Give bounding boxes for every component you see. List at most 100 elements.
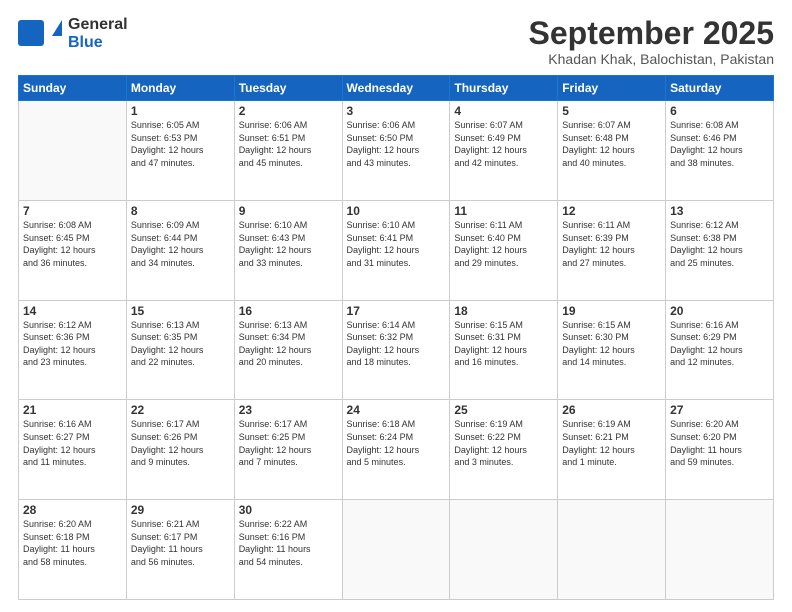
day-info: Sunrise: 6:08 AM Sunset: 6:45 PM Dayligh…	[23, 219, 122, 269]
logo-blue: Blue	[68, 34, 128, 52]
day-info: Sunrise: 6:20 AM Sunset: 6:20 PM Dayligh…	[670, 418, 769, 468]
day-info: Sunrise: 6:21 AM Sunset: 6:17 PM Dayligh…	[131, 518, 230, 568]
day-info: Sunrise: 6:10 AM Sunset: 6:43 PM Dayligh…	[239, 219, 338, 269]
day-info: Sunrise: 6:19 AM Sunset: 6:21 PM Dayligh…	[562, 418, 661, 468]
calendar-cell: 4Sunrise: 6:07 AM Sunset: 6:49 PM Daylig…	[450, 101, 558, 201]
calendar-cell	[342, 500, 450, 600]
day-header-wednesday: Wednesday	[342, 76, 450, 101]
day-number: 2	[239, 104, 338, 118]
day-info: Sunrise: 6:11 AM Sunset: 6:39 PM Dayligh…	[562, 219, 661, 269]
calendar-header-row: SundayMondayTuesdayWednesdayThursdayFrid…	[19, 76, 774, 101]
day-number: 19	[562, 304, 661, 318]
day-number: 3	[347, 104, 446, 118]
logo-general: General	[68, 16, 128, 34]
day-number: 7	[23, 204, 122, 218]
day-info: Sunrise: 6:07 AM Sunset: 6:48 PM Dayligh…	[562, 119, 661, 169]
calendar-week-3: 14Sunrise: 6:12 AM Sunset: 6:36 PM Dayli…	[19, 300, 774, 400]
calendar-cell: 25Sunrise: 6:19 AM Sunset: 6:22 PM Dayli…	[450, 400, 558, 500]
day-info: Sunrise: 6:07 AM Sunset: 6:49 PM Dayligh…	[454, 119, 553, 169]
day-number: 15	[131, 304, 230, 318]
page: General Blue September 2025 Khadan Khak,…	[0, 0, 792, 612]
calendar-cell	[666, 500, 774, 600]
calendar-cell: 24Sunrise: 6:18 AM Sunset: 6:24 PM Dayli…	[342, 400, 450, 500]
day-header-sunday: Sunday	[19, 76, 127, 101]
calendar-cell: 2Sunrise: 6:06 AM Sunset: 6:51 PM Daylig…	[234, 101, 342, 201]
calendar-cell: 6Sunrise: 6:08 AM Sunset: 6:46 PM Daylig…	[666, 101, 774, 201]
day-header-saturday: Saturday	[666, 76, 774, 101]
day-info: Sunrise: 6:10 AM Sunset: 6:41 PM Dayligh…	[347, 219, 446, 269]
day-info: Sunrise: 6:05 AM Sunset: 6:53 PM Dayligh…	[131, 119, 230, 169]
calendar-cell: 17Sunrise: 6:14 AM Sunset: 6:32 PM Dayli…	[342, 300, 450, 400]
day-number: 22	[131, 403, 230, 417]
day-info: Sunrise: 6:14 AM Sunset: 6:32 PM Dayligh…	[347, 319, 446, 369]
calendar-cell: 12Sunrise: 6:11 AM Sunset: 6:39 PM Dayli…	[558, 200, 666, 300]
day-number: 8	[131, 204, 230, 218]
calendar-cell: 3Sunrise: 6:06 AM Sunset: 6:50 PM Daylig…	[342, 101, 450, 201]
day-number: 1	[131, 104, 230, 118]
calendar-cell: 23Sunrise: 6:17 AM Sunset: 6:25 PM Dayli…	[234, 400, 342, 500]
calendar-week-2: 7Sunrise: 6:08 AM Sunset: 6:45 PM Daylig…	[19, 200, 774, 300]
header: General Blue September 2025 Khadan Khak,…	[18, 16, 774, 67]
day-number: 4	[454, 104, 553, 118]
calendar-cell: 30Sunrise: 6:22 AM Sunset: 6:16 PM Dayli…	[234, 500, 342, 600]
calendar-cell: 21Sunrise: 6:16 AM Sunset: 6:27 PM Dayli…	[19, 400, 127, 500]
day-info: Sunrise: 6:12 AM Sunset: 6:38 PM Dayligh…	[670, 219, 769, 269]
day-number: 25	[454, 403, 553, 417]
day-header-friday: Friday	[558, 76, 666, 101]
day-number: 21	[23, 403, 122, 417]
calendar-cell: 18Sunrise: 6:15 AM Sunset: 6:31 PM Dayli…	[450, 300, 558, 400]
calendar-cell: 5Sunrise: 6:07 AM Sunset: 6:48 PM Daylig…	[558, 101, 666, 201]
calendar-cell: 10Sunrise: 6:10 AM Sunset: 6:41 PM Dayli…	[342, 200, 450, 300]
calendar-cell: 19Sunrise: 6:15 AM Sunset: 6:30 PM Dayli…	[558, 300, 666, 400]
day-number: 18	[454, 304, 553, 318]
day-number: 28	[23, 503, 122, 517]
day-number: 20	[670, 304, 769, 318]
day-number: 14	[23, 304, 122, 318]
calendar-cell	[450, 500, 558, 600]
day-info: Sunrise: 6:13 AM Sunset: 6:34 PM Dayligh…	[239, 319, 338, 369]
calendar-week-4: 21Sunrise: 6:16 AM Sunset: 6:27 PM Dayli…	[19, 400, 774, 500]
day-info: Sunrise: 6:15 AM Sunset: 6:30 PM Dayligh…	[562, 319, 661, 369]
day-number: 17	[347, 304, 446, 318]
day-info: Sunrise: 6:17 AM Sunset: 6:25 PM Dayligh…	[239, 418, 338, 468]
calendar-cell: 28Sunrise: 6:20 AM Sunset: 6:18 PM Dayli…	[19, 500, 127, 600]
day-number: 10	[347, 204, 446, 218]
day-number: 23	[239, 403, 338, 417]
day-number: 27	[670, 403, 769, 417]
day-info: Sunrise: 6:11 AM Sunset: 6:40 PM Dayligh…	[454, 219, 553, 269]
day-number: 13	[670, 204, 769, 218]
day-number: 26	[562, 403, 661, 417]
day-number: 24	[347, 403, 446, 417]
calendar-cell: 15Sunrise: 6:13 AM Sunset: 6:35 PM Dayli…	[126, 300, 234, 400]
calendar-cell: 16Sunrise: 6:13 AM Sunset: 6:34 PM Dayli…	[234, 300, 342, 400]
day-header-monday: Monday	[126, 76, 234, 101]
calendar-week-5: 28Sunrise: 6:20 AM Sunset: 6:18 PM Dayli…	[19, 500, 774, 600]
calendar-cell: 22Sunrise: 6:17 AM Sunset: 6:26 PM Dayli…	[126, 400, 234, 500]
day-number: 29	[131, 503, 230, 517]
day-header-thursday: Thursday	[450, 76, 558, 101]
location-subtitle: Khadan Khak, Balochistan, Pakistan	[529, 51, 774, 67]
calendar-table: SundayMondayTuesdayWednesdayThursdayFrid…	[18, 75, 774, 600]
day-info: Sunrise: 6:08 AM Sunset: 6:46 PM Dayligh…	[670, 119, 769, 169]
day-info: Sunrise: 6:19 AM Sunset: 6:22 PM Dayligh…	[454, 418, 553, 468]
day-info: Sunrise: 6:20 AM Sunset: 6:18 PM Dayligh…	[23, 518, 122, 568]
day-number: 11	[454, 204, 553, 218]
day-number: 16	[239, 304, 338, 318]
calendar-cell: 14Sunrise: 6:12 AM Sunset: 6:36 PM Dayli…	[19, 300, 127, 400]
day-number: 30	[239, 503, 338, 517]
day-info: Sunrise: 6:12 AM Sunset: 6:36 PM Dayligh…	[23, 319, 122, 369]
calendar-week-1: 1Sunrise: 6:05 AM Sunset: 6:53 PM Daylig…	[19, 101, 774, 201]
title-section: September 2025 Khadan Khak, Balochistan,…	[529, 16, 774, 67]
calendar-cell: 7Sunrise: 6:08 AM Sunset: 6:45 PM Daylig…	[19, 200, 127, 300]
day-info: Sunrise: 6:17 AM Sunset: 6:26 PM Dayligh…	[131, 418, 230, 468]
calendar-cell: 13Sunrise: 6:12 AM Sunset: 6:38 PM Dayli…	[666, 200, 774, 300]
day-info: Sunrise: 6:18 AM Sunset: 6:24 PM Dayligh…	[347, 418, 446, 468]
calendar-cell: 29Sunrise: 6:21 AM Sunset: 6:17 PM Dayli…	[126, 500, 234, 600]
day-header-tuesday: Tuesday	[234, 76, 342, 101]
calendar-cell: 1Sunrise: 6:05 AM Sunset: 6:53 PM Daylig…	[126, 101, 234, 201]
month-title: September 2025	[529, 16, 774, 51]
day-number: 5	[562, 104, 661, 118]
calendar-cell: 20Sunrise: 6:16 AM Sunset: 6:29 PM Dayli…	[666, 300, 774, 400]
day-number: 9	[239, 204, 338, 218]
logo: General Blue	[18, 16, 128, 51]
